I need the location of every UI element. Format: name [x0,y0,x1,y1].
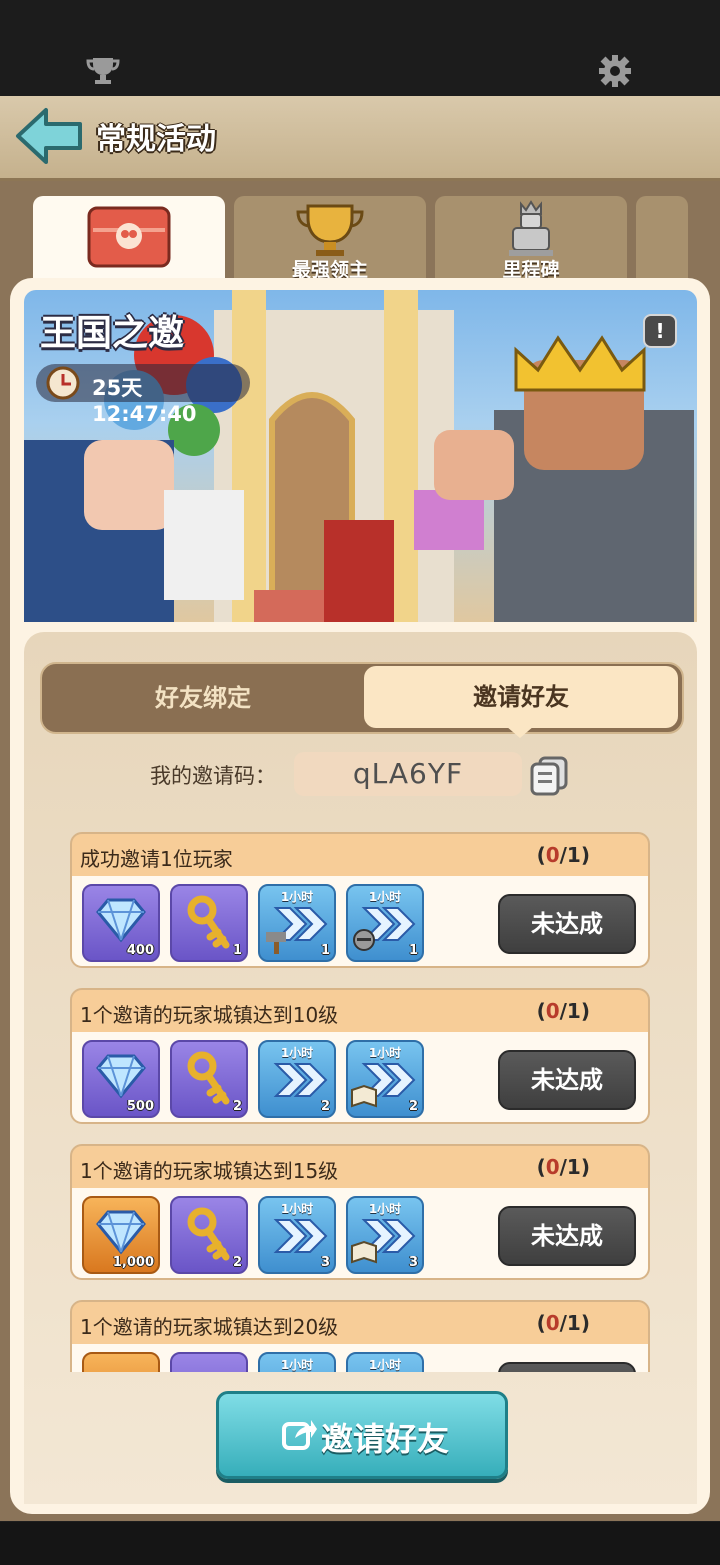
reward-speedup-research[interactable]: 1小时 3 [346,1196,424,1274]
invite-friends-button[interactable]: 邀请好友 [216,1391,508,1479]
task-progress: (0/1) [536,1311,590,1335]
reward-key[interactable]: 1 [170,884,248,962]
not-achieved-button[interactable]: 未达成 [498,894,636,954]
task-rewards: 400 1 1小时 1 1小时 1 未达成 [70,876,650,968]
task-row: 1个邀请的玩家城镇达到10级 (0/1) 500 2 1小时 2 1小时 2 未… [70,988,650,1124]
clock-icon [46,366,80,400]
share-icon [282,1420,317,1450]
not-achieved-button[interactable]: 未达成 [498,1050,636,1110]
task-progress: (0/1) [536,1155,590,1179]
task-progress: (0/1) [536,999,590,1023]
reward-speedup-general[interactable]: 1小时 3 [258,1196,336,1274]
page-title: 常规活动 [96,122,216,157]
golden-trophy-icon [296,204,364,256]
tab-milestone[interactable]: 里程碑 [435,196,627,286]
trophy-icon[interactable] [86,56,120,86]
top-bar [0,0,720,96]
timer-text: 25天 12:47:40 [92,376,197,426]
tab-more[interactable] [636,196,688,286]
segment-pointer [506,726,534,738]
task-progress: (0/1) [536,843,590,867]
bottom-bar [0,1522,720,1565]
task-rewards: 500 2 1小时 2 1小时 2 未达成 [70,1032,650,1124]
event-title: 王国之邀 [40,313,185,354]
reward-speedup-build[interactable]: 1小时 1 [258,884,336,962]
segment-friend-binding[interactable]: 好友绑定 [42,664,364,732]
reward-key[interactable] [170,1352,248,1372]
not-achieved-button[interactable] [498,1362,636,1372]
task-header: 1个邀请的玩家城镇达到15级 (0/1) [70,1144,650,1190]
task-header: 1个邀请的玩家城镇达到10级 (0/1) [70,988,650,1034]
reward-gem[interactable]: 1,000 [82,1196,160,1274]
reward-speedup-general[interactable]: 1小时 2 [258,1040,336,1118]
reward-speedup-research[interactable]: 1小时 2 [346,1040,424,1118]
reward-gem[interactable]: 500 [82,1040,160,1118]
task-title: 1个邀请的玩家城镇达到10级 [80,1003,339,1027]
reward-speedup-general[interactable]: 1小时 [258,1352,336,1372]
tab-invite[interactable] [33,196,225,286]
reward-gem[interactable] [82,1352,160,1372]
header: 常规活动 [0,96,720,181]
task-row: 1个邀请的玩家城镇达到15级 (0/1) 1,000 2 1小时 3 1小时 3 [70,1144,650,1280]
reward-key[interactable]: 2 [170,1196,248,1274]
gear-icon[interactable] [598,54,632,88]
task-title: 1个邀请的玩家城镇达到15级 [80,1159,339,1183]
task-header: 1个邀请的玩家城镇达到20级 (0/1) [70,1300,650,1346]
event-timer: 25天 12:47:40 [36,364,250,426]
task-header: 成功邀请1位玩家 (0/1) [70,832,650,878]
king-statue-icon [509,200,553,256]
reward-gem[interactable]: 400 [82,884,160,962]
not-achieved-button[interactable]: 未达成 [498,1206,636,1266]
reward-speedup-research[interactable]: 1小时 [346,1352,424,1372]
task-row: 1个邀请的玩家城镇达到20级 (0/1) 1小时 1小时 [70,1300,650,1372]
event-banner: 王国之邀 25天 12:47:40 ! [24,290,697,622]
invite-friends-label: 邀请好友 [321,1420,450,1458]
reward-speedup-train[interactable]: 1小时 1 [346,884,424,962]
reward-key[interactable]: 2 [170,1040,248,1118]
task-rewards: 1,000 2 1小时 3 1小时 3 未达成 [70,1188,650,1280]
task-title: 1个邀请的玩家城镇达到20级 [80,1315,339,1339]
task-row: 成功邀请1位玩家 (0/1) 400 1 1小时 1 1小时 1 未达成 [70,832,650,968]
segment-invite-friends[interactable]: 邀请好友 [364,666,678,728]
invite-code-value: qLA6YF [294,752,522,796]
task-title: 成功邀请1位玩家 [80,847,233,871]
invite-code-label: 我的邀请码： [150,764,276,788]
task-list: 成功邀请1位玩家 (0/1) 400 1 1小时 1 1小时 1 未达成 1个邀… [70,832,652,1372]
copy-icon[interactable] [530,756,568,796]
invite-card-icon [87,206,171,268]
task-rewards: 1小时 1小时 [70,1344,650,1372]
back-arrow-icon[interactable] [14,106,84,166]
tab-strongest-lord[interactable]: 最强领主 [234,196,426,286]
segment-control: 好友绑定 邀请好友 [40,662,684,738]
info-button[interactable]: ! [643,314,677,348]
